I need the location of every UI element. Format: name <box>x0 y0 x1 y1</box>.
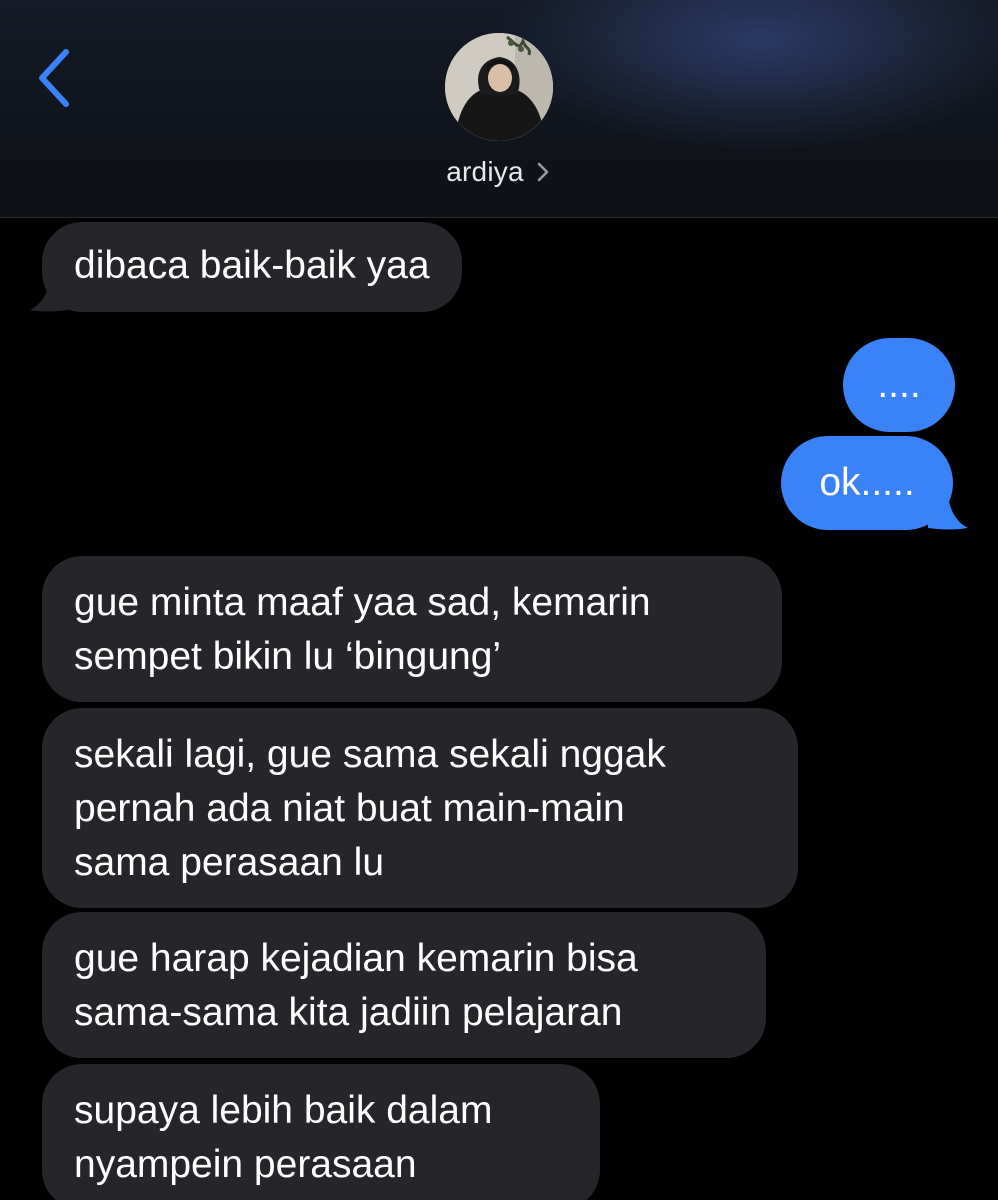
message-text: .... <box>877 363 921 406</box>
messages-screen: ardiya dibaca baik-baik yaa .... ok.....… <box>0 0 998 1200</box>
contact-name: ardiya <box>446 156 524 187</box>
message-text-line: gue harap kejadian kemarin bisa <box>74 937 638 980</box>
chevron-right-icon <box>537 162 549 182</box>
message-text-line: nyampein perasaan <box>74 1143 417 1186</box>
conversation-header: ardiya <box>0 0 998 218</box>
message-text-line: pernah ada niat buat main-main <box>74 787 625 830</box>
message-bubble-received[interactable]: supaya lebih baik dalam nyampein perasaa… <box>42 1064 600 1200</box>
message-text: dibaca baik-baik yaa <box>74 244 430 287</box>
back-button[interactable] <box>24 40 84 116</box>
chevron-left-icon <box>39 49 69 107</box>
message-bubble-received[interactable]: dibaca baik-baik yaa <box>42 222 462 312</box>
message-text: ok..... <box>819 461 915 504</box>
message-text-line: sekali lagi, gue sama sekali nggak <box>74 733 666 776</box>
message-text-line: sempet bikin lu ‘bingung’ <box>74 635 502 678</box>
message-text-line: gue minta maaf yaa sad, kemarin <box>74 581 651 624</box>
message-bubble-received[interactable]: gue minta maaf yaa sad, kemarin sempet b… <box>42 556 782 702</box>
avatar[interactable] <box>445 33 553 141</box>
contact-name-button[interactable]: ardiya <box>0 152 998 192</box>
message-bubble-received[interactable]: sekali lagi, gue sama sekali nggak perna… <box>42 708 798 908</box>
message-text-line: sama-sama kita jadiin pelajaran <box>74 991 623 1034</box>
avatar-photo <box>445 33 553 141</box>
message-bubble-sent[interactable]: ok..... <box>781 436 953 530</box>
message-bubble-received[interactable]: gue harap kejadian kemarin bisa sama-sam… <box>42 912 766 1058</box>
message-text-line: sama perasaan lu <box>74 841 385 884</box>
message-bubble-sent[interactable]: .... <box>843 338 955 432</box>
message-text-line: supaya lebih baik dalam <box>74 1089 493 1132</box>
